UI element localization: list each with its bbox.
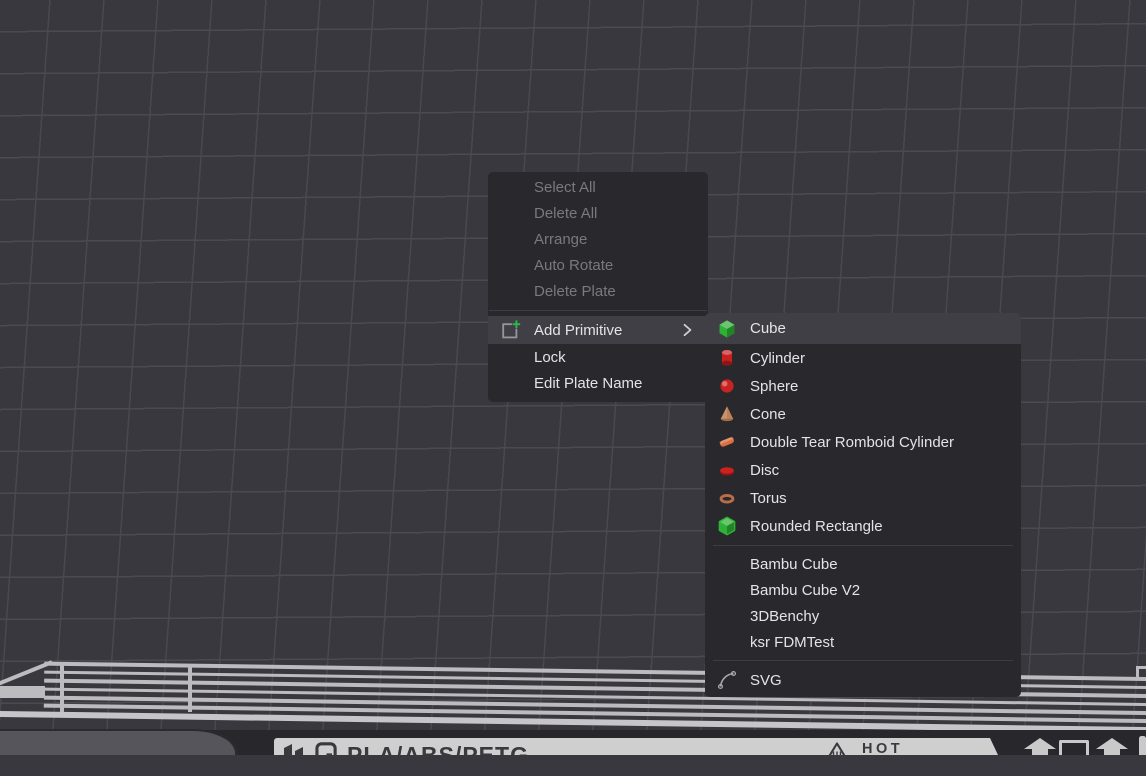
menu-item-arrange: Arrange: [488, 226, 708, 252]
submenu-item-torus[interactable]: Torus: [705, 484, 1021, 512]
submenu-item-label: ksr FDMTest: [750, 634, 834, 651]
disc-icon: [716, 459, 738, 481]
hot-warning-icon: [825, 741, 849, 755]
submenu-item-sphere[interactable]: Sphere: [705, 372, 1021, 400]
cube-icon: [716, 318, 738, 340]
submenu-item-svg[interactable]: SVG: [705, 666, 1021, 694]
submenu-item-rounded-rectangle[interactable]: Rounded Rectangle: [705, 512, 1021, 540]
submenu-item-cylinder[interactable]: Cylinder: [705, 344, 1021, 372]
menu-item-delete-all: Delete All: [488, 200, 708, 226]
submenu-item-label: Double Tear Romboid Cylinder: [750, 434, 954, 451]
plate-label-bar: PLA/ABS/PETG HOT: [274, 738, 998, 755]
bezier-curve-icon: [716, 669, 738, 691]
plate-context-menu: Select All Delete All Arrange Auto Rotat…: [488, 172, 708, 402]
submenu-item-label: Bambu Cube V2: [750, 582, 860, 599]
bambu-logo-icon: [282, 742, 308, 755]
plate-edge-tick: [60, 663, 64, 712]
double-tear-romboid-cylinder-icon: [716, 431, 738, 453]
submenu-item-label: Disc: [750, 462, 779, 479]
submenu-item-bambu-cube-v2[interactable]: Bambu Cube V2: [705, 577, 1021, 603]
menu-item-label: Add Primitive: [534, 322, 622, 339]
submenu-item-label: Cone: [750, 406, 786, 423]
submenu-item-3dbenchy[interactable]: 3DBenchy: [705, 603, 1021, 629]
submenu-item-label: Sphere: [750, 378, 798, 395]
submenu-item-label: Torus: [750, 490, 787, 507]
menu-item-label: Auto Rotate: [534, 257, 613, 274]
submenu-item-disc[interactable]: Disc: [705, 456, 1021, 484]
menu-item-lock[interactable]: Lock: [488, 344, 708, 370]
rounded-rectangle-icon: [716, 515, 738, 537]
cylinder-icon: [716, 347, 738, 369]
menu-item-label: Select All: [534, 179, 596, 196]
menu-item-delete-plate: Delete Plate: [488, 278, 708, 304]
submenu-item-label: Bambu Cube: [750, 556, 838, 573]
submenu-separator: [713, 545, 1013, 546]
menu-item-auto-rotate: Auto Rotate: [488, 252, 708, 278]
submenu-item-cube[interactable]: Cube: [705, 313, 1021, 344]
submenu-item-bambu-cube[interactable]: Bambu Cube: [705, 551, 1021, 577]
plate-corner-bracket: [1136, 666, 1139, 680]
torus-icon: [716, 487, 738, 509]
plate-handle-square-icon: [1059, 740, 1089, 755]
submenu-item-ksr-fdmtest[interactable]: ksr FDMTest: [705, 629, 1021, 655]
add-primitive-icon: [500, 319, 522, 341]
plate-brand-icon: [314, 742, 339, 755]
cone-icon: [716, 403, 738, 425]
menu-item-label: Arrange: [534, 231, 587, 248]
submenu-item-label: Cylinder: [750, 350, 805, 367]
menu-item-label: Delete All: [534, 205, 597, 222]
menu-item-select-all: Select All: [488, 174, 708, 200]
plate-handle-bar: [1139, 736, 1146, 755]
plate-hot-label: HOT: [862, 741, 903, 755]
menu-item-edit-plate-name[interactable]: Edit Plate Name: [488, 370, 708, 397]
submenu-chevron-icon: [678, 321, 696, 339]
sphere-icon: [716, 375, 738, 397]
submenu-item-cone[interactable]: Double Tear Romboid Cylinder Cone: [705, 400, 1021, 428]
menu-item-label: Edit Plate Name: [534, 375, 642, 392]
plate-front-corner: [0, 729, 238, 755]
menu-item-label: Delete Plate: [534, 283, 616, 300]
arrow-up-icon: [1022, 738, 1058, 755]
submenu-item-label: Rounded Rectangle: [750, 518, 883, 535]
submenu-item-label: 3DBenchy: [750, 608, 819, 625]
menu-separator: [489, 310, 707, 311]
submenu-item-double-tear-romboid-cylinder[interactable]: Double Tear Romboid Cylinder: [705, 428, 1021, 456]
submenu-separator: [713, 660, 1013, 661]
plate-edge-block: [0, 686, 45, 698]
menu-item-label: Lock: [534, 349, 566, 366]
plate-material-label: PLA/ABS/PETG: [347, 742, 529, 755]
submenu-item-label: SVG: [750, 672, 782, 689]
add-primitive-submenu: Cube Cylinder Sphere Double Tear Romboid…: [705, 313, 1021, 697]
arrow-up-icon: [1094, 738, 1130, 755]
menu-item-add-primitive[interactable]: Add Primitive: [488, 316, 708, 344]
submenu-item-label: Cube: [750, 320, 786, 337]
plate-edge-tick: [188, 664, 192, 712]
